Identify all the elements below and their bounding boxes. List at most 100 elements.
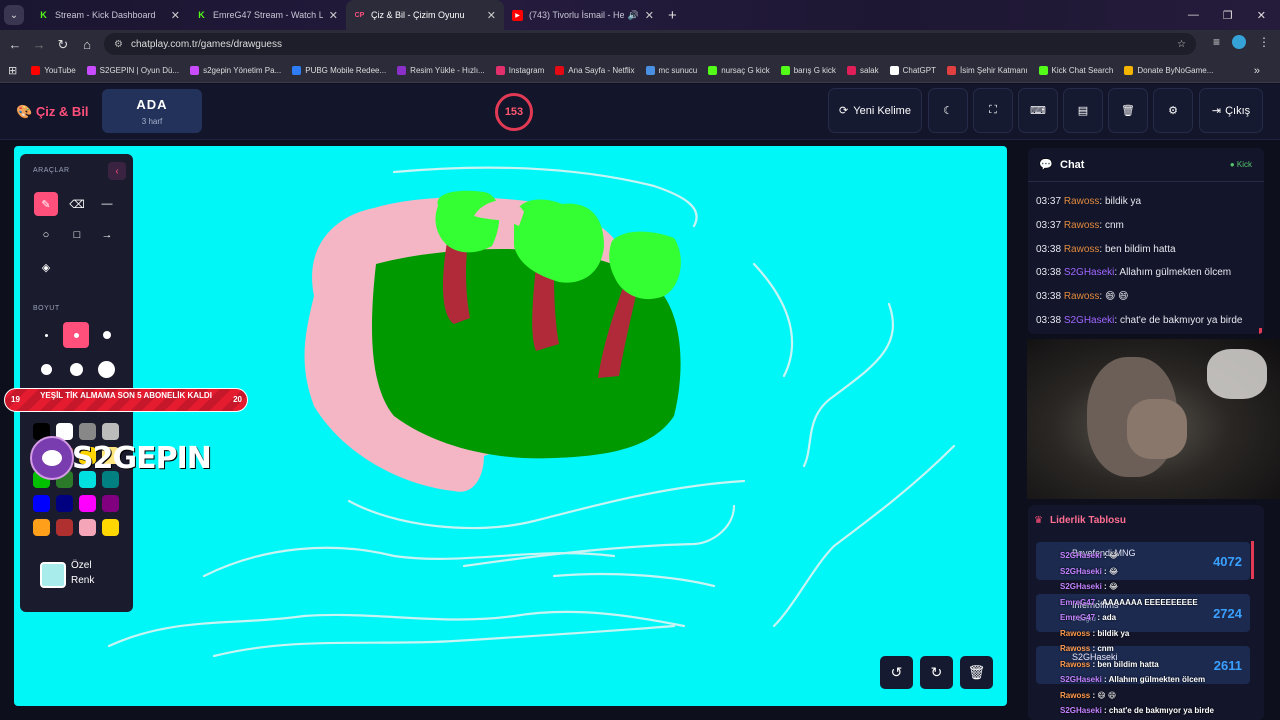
drawing-canvas[interactable]: [14, 146, 1007, 706]
tools-label: ARAÇLAR: [33, 167, 70, 174]
settings-button[interactable]: ⚙: [1153, 88, 1193, 133]
color-swatch[interactable]: [79, 423, 96, 440]
fill-tool[interactable]: ◈: [34, 255, 58, 279]
fullscreen-button[interactable]: ⛶: [973, 88, 1013, 133]
size-option-xxl[interactable]: [98, 361, 115, 378]
dark-mode-button[interactable]: ☾: [928, 88, 968, 133]
restore-icon[interactable]: ❐: [1223, 9, 1233, 22]
delete-button[interactable]: 🗑: [1108, 88, 1148, 133]
undo-button[interactable]: ↺: [880, 656, 913, 689]
size-option-xl[interactable]: [70, 363, 83, 376]
color-swatch[interactable]: [102, 495, 119, 512]
streamer-hand: [1127, 399, 1187, 459]
app-logo[interactable]: 🎨 Çiz & Bil: [16, 104, 89, 120]
custom-color-swatch[interactable]: [40, 562, 66, 588]
chat-username[interactable]: S2GHaseki: [1064, 267, 1115, 278]
new-word-button[interactable]: ⟳ Yeni Kelime: [828, 88, 922, 133]
color-swatch[interactable]: [56, 495, 73, 512]
color-swatch[interactable]: [102, 423, 119, 440]
size-option-sm[interactable]: [74, 333, 79, 338]
color-swatch[interactable]: [33, 519, 50, 536]
bookmark-item[interactable]: PUBG Mobile Redee...: [292, 66, 386, 75]
minimize-icon[interactable]: —: [1188, 9, 1199, 21]
bookmark-item[interactable]: s2gepin Yönetim Pa...: [190, 66, 281, 75]
chat-username[interactable]: Rawoss: [1064, 244, 1100, 255]
tab-search-button[interactable]: ⌄: [4, 5, 24, 25]
more-bookmarks-icon[interactable]: »: [1254, 65, 1260, 77]
trash-icon: 🗑: [967, 664, 986, 680]
close-tab-icon[interactable]: ✕: [645, 9, 654, 22]
size-option-lg[interactable]: [41, 364, 52, 375]
color-swatch[interactable]: [79, 495, 96, 512]
bookmark-item[interactable]: Ana Sayfa - Netflix: [555, 66, 635, 75]
apps-icon[interactable]: ⊞: [8, 64, 17, 77]
bookmark-item[interactable]: mc sunucu: [645, 66, 697, 75]
rectangle-tool[interactable]: □: [65, 223, 89, 247]
size-label: BOYUT: [33, 305, 60, 312]
bookmark-item[interactable]: barış G kick: [780, 66, 836, 75]
profile-avatar[interactable]: [1232, 35, 1246, 49]
circle-tool[interactable]: ○: [34, 223, 58, 247]
clear-canvas-button[interactable]: 🗑: [960, 656, 993, 689]
drawing: [107, 166, 956, 658]
keyboard-button[interactable]: ⌨: [1018, 88, 1058, 133]
pen-tool[interactable]: ✎: [34, 192, 58, 216]
bookmark-item[interactable]: Resim Yükle - Hızlı...: [397, 66, 485, 75]
size-option-xs[interactable]: [45, 334, 48, 337]
media-icon[interactable]: ≡: [1213, 35, 1220, 49]
bookmark-item[interactable]: Donate ByNoGame...: [1124, 66, 1213, 75]
bookmark-item[interactable]: Kick Chat Search: [1038, 66, 1113, 75]
browser-tab-active[interactable]: CP Çiz & Bil - Çizim Oyunu ✕: [346, 0, 504, 30]
stream-chat-line: S2GHaseki : 😂: [1060, 582, 1118, 591]
home-icon[interactable]: ⌂: [75, 37, 99, 52]
menu-icon[interactable]: ⋮: [1258, 35, 1270, 49]
line-tool[interactable]: —: [95, 192, 119, 216]
bookmark-item[interactable]: salak: [846, 66, 879, 75]
chat-username[interactable]: Rawoss: [1064, 220, 1100, 231]
url-bar[interactable]: ⚙ chatplay.com.tr/games/drawguess ☆: [104, 33, 1196, 55]
close-window-icon[interactable]: ✕: [1257, 9, 1266, 22]
browser-tab[interactable]: K EmreG47 Stream - Watch Live o ✕: [188, 0, 346, 30]
tree-top: [435, 190, 500, 253]
browser-tab-bar: ⌄ K Stream - Kick Dashboard ✕ K EmreG47 …: [0, 0, 1280, 30]
forward-icon[interactable]: →: [27, 37, 51, 52]
redo-button[interactable]: ↻: [920, 656, 953, 689]
bookmark-icon: [846, 66, 856, 75]
archive-button[interactable]: ▤: [1063, 88, 1103, 133]
bookmark-item[interactable]: İsim Şehir Katmanı: [946, 66, 1028, 75]
browser-tab[interactable]: ▶ (743) Tivorlu İsmail - Hep B 🔊 ✕: [504, 0, 662, 30]
color-swatch[interactable]: [102, 519, 119, 536]
url-text: chatplay.com.tr/games/drawguess: [130, 38, 282, 50]
chat-username[interactable]: Rawoss: [1064, 291, 1100, 302]
site-info-icon[interactable]: ⚙: [114, 39, 123, 50]
collapse-panel-button[interactable]: ‹: [108, 162, 126, 180]
close-tab-icon[interactable]: ✕: [487, 9, 496, 22]
color-swatch[interactable]: [79, 519, 96, 536]
bookmark-star-icon[interactable]: ☆: [1177, 39, 1186, 50]
size-option-md[interactable]: [103, 331, 111, 339]
bookmark-item[interactable]: S2GEPIN | Oyun Dü...: [86, 66, 179, 75]
back-icon[interactable]: ←: [3, 37, 27, 52]
stream-chat-text: : chat'e de bakmıyor ya birde: [1101, 706, 1214, 715]
close-tab-icon[interactable]: ✕: [329, 9, 338, 22]
bookmark-item[interactable]: ChatGPT: [889, 66, 936, 75]
browser-tab[interactable]: K Stream - Kick Dashboard ✕: [30, 0, 188, 30]
color-swatch[interactable]: [56, 519, 73, 536]
bookmark-item[interactable]: nursaç G kick: [708, 66, 770, 75]
arrow-tool[interactable]: →: [95, 223, 119, 247]
bookmark-item[interactable]: Instagram: [495, 66, 544, 75]
audio-icon[interactable]: 🔊: [628, 10, 639, 21]
goal-text: YEŞİL TİK ALMAMA SON 5 ABONELİK KALDI: [40, 391, 212, 400]
eraser-tool[interactable]: ⌫: [65, 192, 89, 216]
reload-icon[interactable]: ↻: [51, 37, 75, 53]
new-tab-button[interactable]: +: [668, 7, 677, 24]
bookmark-item[interactable]: YouTube: [31, 66, 76, 75]
leaderboard-scrollbar[interactable]: [1251, 541, 1254, 579]
chat-username[interactable]: S2GHaseki: [1064, 315, 1115, 326]
close-tab-icon[interactable]: ✕: [171, 9, 180, 22]
color-swatch[interactable]: [33, 495, 50, 512]
chat-username[interactable]: Rawoss: [1064, 196, 1100, 207]
exit-button[interactable]: ⇥ Çıkış: [1199, 88, 1263, 133]
chat-scrollbar[interactable]: [1259, 328, 1262, 334]
stream-chat-user: Rawoss: [1060, 628, 1091, 638]
